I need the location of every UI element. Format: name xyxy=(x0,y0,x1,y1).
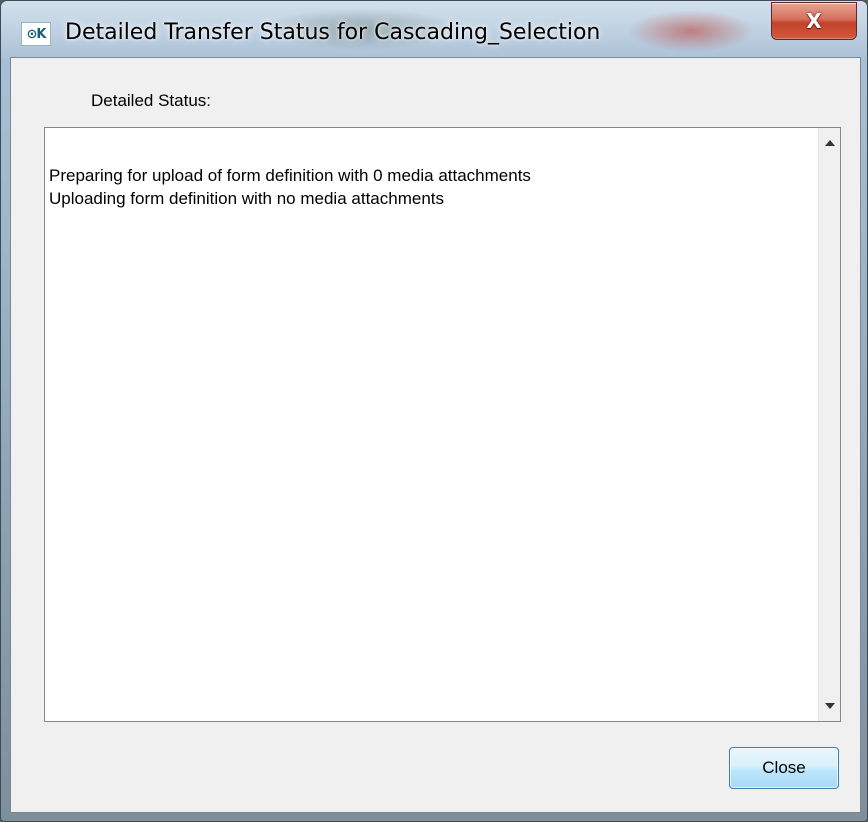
status-text-area[interactable]: Preparing for upload of form definition … xyxy=(44,127,841,722)
window-close-button[interactable]: X xyxy=(771,2,857,40)
title-bar[interactable]: ⊙K Detailed Transfer Status for Cascadin… xyxy=(1,1,867,57)
scroll-up-button[interactable] xyxy=(819,132,840,154)
scroll-down-arrow-icon xyxy=(824,703,835,709)
detailed-status-label: Detailed Status: xyxy=(91,91,212,110)
vertical-scrollbar[interactable] xyxy=(818,128,840,721)
scroll-down-button[interactable] xyxy=(819,695,840,717)
odk-app-icon: ⊙K xyxy=(21,22,51,46)
scroll-up-arrow-icon xyxy=(824,140,835,146)
status-text-content: Preparing for upload of form definition … xyxy=(49,164,814,210)
app-icon-glyph: ⊙K xyxy=(26,26,47,42)
dialog-client-area: Detailed Status: Preparing for upload of… xyxy=(10,57,861,813)
status-line: Preparing for upload of form definition … xyxy=(49,166,531,185)
dialog-window: ⊙K Detailed Transfer Status for Cascadin… xyxy=(0,0,868,822)
close-button[interactable]: Close xyxy=(729,747,839,789)
status-line: Uploading form definition with no media … xyxy=(49,189,444,208)
close-icon: X xyxy=(806,9,822,33)
window-title: Detailed Transfer Status for Cascading_S… xyxy=(65,20,601,45)
